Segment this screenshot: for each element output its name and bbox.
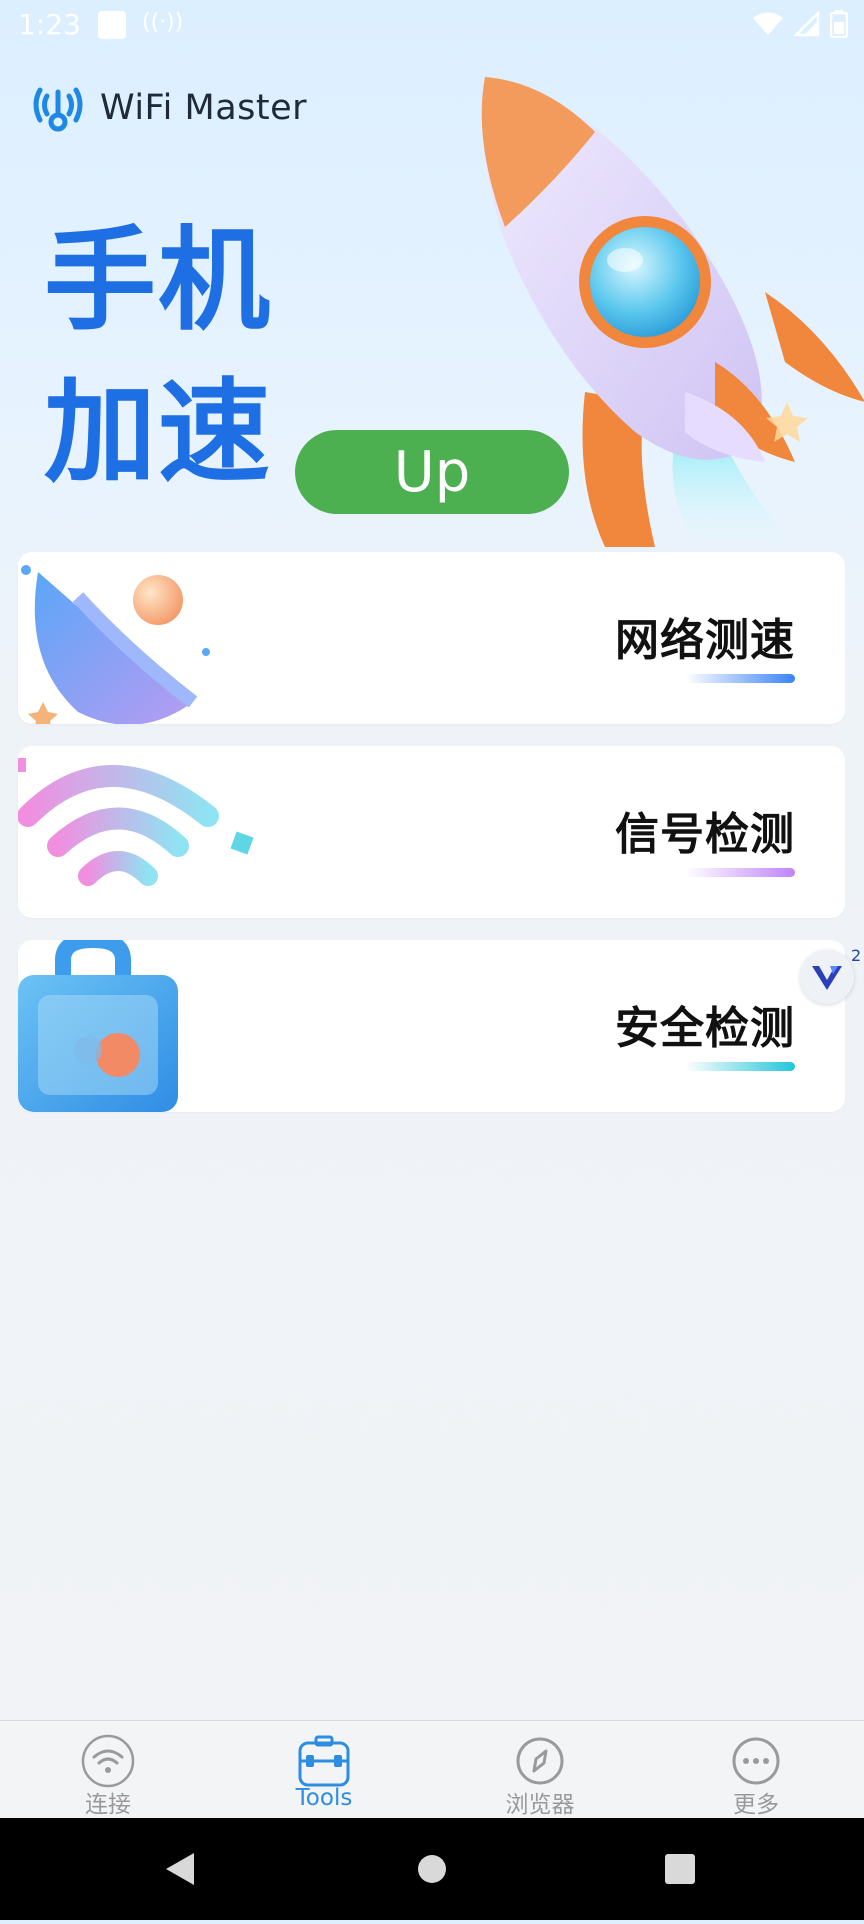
- padlock-illustration: [18, 940, 178, 1112]
- floating-badge-count: 2: [851, 946, 862, 965]
- wifi-master-logo-icon: [33, 87, 83, 132]
- back-triangle-icon: [166, 1853, 194, 1885]
- back-button[interactable]: [120, 1818, 240, 1920]
- more-dots-icon: [732, 1737, 780, 1785]
- app-brand: WiFi Master: [30, 84, 307, 132]
- nav-label: 更多: [733, 1792, 779, 1818]
- card-title: 安全检测: [615, 1003, 795, 1054]
- nav-item-more[interactable]: 更多: [648, 1721, 864, 1819]
- status-time: 1:23: [18, 8, 81, 41]
- nav-label: 连接: [85, 1792, 131, 1818]
- wifi-signal-illustration: [18, 758, 254, 886]
- wifi-status-icon: [753, 12, 783, 35]
- card-title: 网络测速: [615, 615, 795, 666]
- card-accent-bar: [685, 1062, 795, 1071]
- wifi-icon: [81, 1734, 135, 1788]
- status-bar: 1:23 ((·)): [0, 0, 864, 50]
- home-circle-icon: [418, 1855, 446, 1883]
- nav-label: 浏览器: [505, 1792, 575, 1818]
- up-button[interactable]: Up: [295, 430, 569, 514]
- card-accent-bar: [685, 868, 795, 877]
- nav-item-browser[interactable]: 浏览器: [432, 1721, 648, 1819]
- notification-icon: [98, 11, 126, 39]
- toolbox-icon: [298, 1735, 350, 1787]
- nav-item-tools[interactable]: Tools: [216, 1721, 432, 1819]
- cell-signal-icon: [794, 11, 820, 37]
- home-button[interactable]: [372, 1818, 492, 1920]
- recents-square-icon: [665, 1854, 695, 1884]
- app-name: WiFi Master: [100, 88, 308, 128]
- card-signal-check[interactable]: 信号检测: [18, 746, 845, 918]
- system-nav-bar: [0, 1818, 864, 1920]
- floating-assistant-button[interactable]: [800, 950, 854, 1004]
- compass-icon: [516, 1737, 564, 1785]
- nav-item-connect[interactable]: 连接: [0, 1721, 216, 1819]
- v-logo-icon: [812, 966, 842, 990]
- status-icons: [752, 10, 848, 38]
- card-security-check[interactable]: 安全检测: [18, 940, 845, 1112]
- card-network-speed[interactable]: 网络测速: [18, 552, 845, 724]
- card-title: 信号检测: [615, 809, 795, 860]
- bottom-nav: 连接 Tools 浏览器 更多: [0, 1720, 864, 1819]
- card-accent-bar: [685, 674, 795, 683]
- radio-signal-icon: ((·)): [142, 10, 184, 35]
- battery-icon: [830, 10, 848, 38]
- satellite-dish-illustration: [21, 565, 210, 724]
- recents-button[interactable]: [620, 1818, 740, 1920]
- nav-label: Tools: [295, 1785, 353, 1811]
